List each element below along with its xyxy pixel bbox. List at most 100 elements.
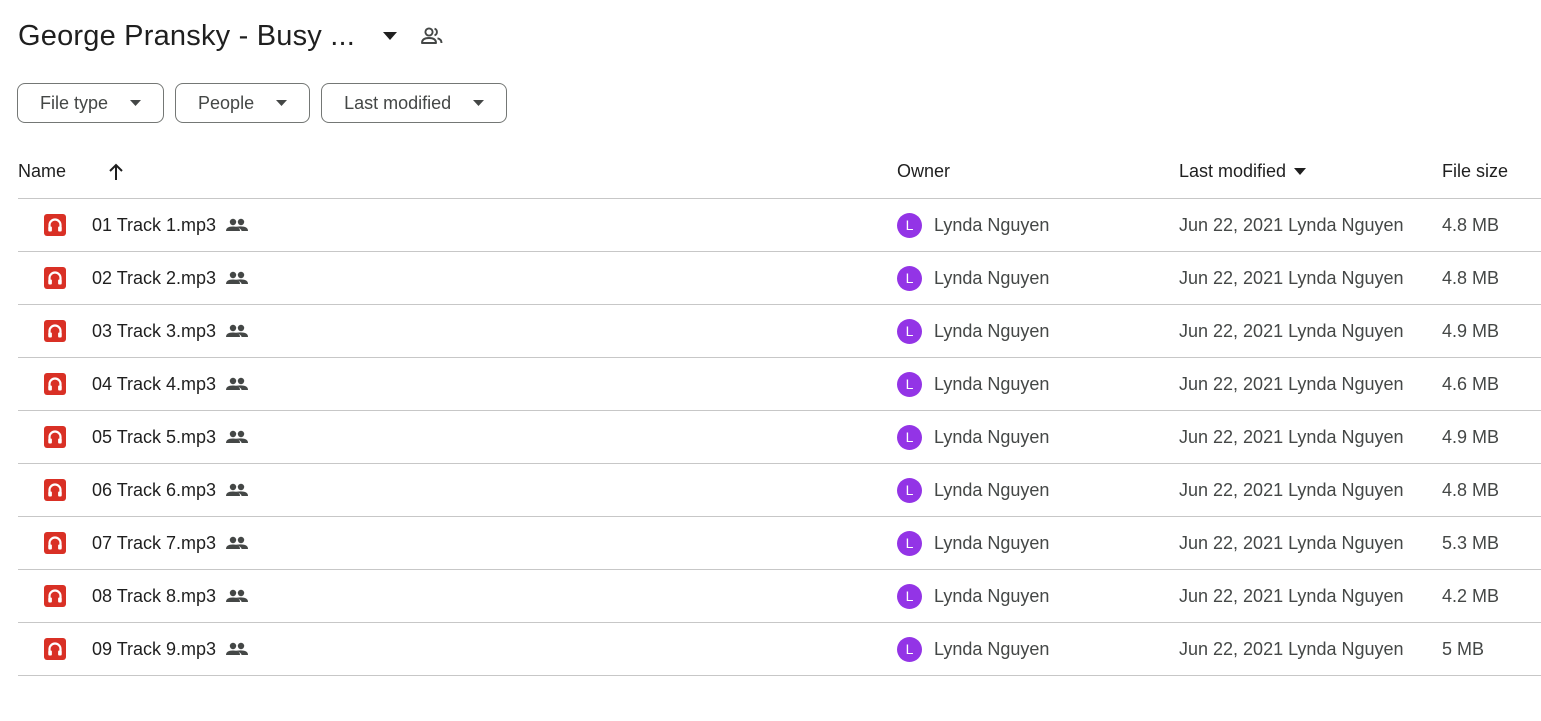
last-modified-cell: Jun 22, 2021 Lynda Nguyen <box>1179 214 1404 235</box>
file-size-cell: 4.9 MB <box>1442 426 1500 447</box>
audio-file-icon <box>44 305 66 357</box>
audio-file-icon <box>44 199 66 251</box>
avatar: L <box>897 424 922 450</box>
last-modified-cell: Jun 22, 2021 Lynda Nguyen <box>1179 479 1404 500</box>
column-owner-label: Owner <box>897 161 951 181</box>
sort-down-icon <box>1294 168 1307 175</box>
file-row[interactable]: 08 Track 8.mp3 L Lynda Nguyen Jun 22, 20… <box>18 570 1541 623</box>
dropdown-arrow-icon <box>276 100 288 106</box>
file-name-cell: 03 Track 3.mp3 <box>92 305 249 357</box>
file-size-cell: 4.6 MB <box>1442 373 1500 394</box>
owner-cell: L Lynda Nguyen <box>897 570 1049 622</box>
owner-cell: L Lynda Nguyen <box>897 464 1049 516</box>
avatar: L <box>897 265 922 291</box>
shared-people-icon <box>226 430 249 444</box>
filter-label: File type <box>40 92 109 113</box>
shared-people-icon[interactable] <box>417 21 447 51</box>
file-name: 07 Track 7.mp3 <box>92 532 217 553</box>
owner-name: Lynda Nguyen <box>934 479 1050 500</box>
audio-file-icon <box>44 411 66 463</box>
file-size-cell: 4.2 MB <box>1442 585 1500 606</box>
file-name: 01 Track 1.mp3 <box>92 214 217 235</box>
shared-people-icon <box>226 324 249 338</box>
folder-title[interactable]: George Pransky - Busy ... <box>18 20 355 53</box>
owner-name: Lynda Nguyen <box>934 585 1050 606</box>
file-size-cell: 4.9 MB <box>1442 320 1500 341</box>
last-modified-filter-button[interactable]: Last modified <box>321 83 508 123</box>
file-row[interactable]: 01 Track 1.mp3 L Lynda Nguyen Jun 22, 20… <box>18 199 1541 252</box>
column-size-label: File size <box>1442 161 1509 181</box>
avatar: L <box>897 530 922 556</box>
file-size-cell: 4.8 MB <box>1442 267 1500 288</box>
audio-file-icon <box>44 252 66 304</box>
file-row[interactable]: 05 Track 5.mp3 L Lynda Nguyen Jun 22, 20… <box>18 411 1541 464</box>
arrow-up-icon[interactable] <box>104 160 128 184</box>
owner-cell: L Lynda Nguyen <box>897 305 1049 357</box>
file-name-cell: 07 Track 7.mp3 <box>92 517 249 569</box>
last-modified-cell: Jun 22, 2021 Lynda Nguyen <box>1179 638 1404 659</box>
column-name-header[interactable]: Name <box>18 145 128 198</box>
file-rows: 01 Track 1.mp3 L Lynda Nguyen Jun 22, 20… <box>18 199 1541 676</box>
audio-file-icon <box>44 517 66 569</box>
people-filter-button[interactable]: People <box>175 83 311 123</box>
caret-down-icon[interactable] <box>375 21 405 51</box>
last-modified-cell: Jun 22, 2021 Lynda Nguyen <box>1179 373 1404 394</box>
avatar: L <box>897 477 922 503</box>
file-row[interactable]: 09 Track 9.mp3 L Lynda Nguyen Jun 22, 20… <box>18 623 1541 676</box>
folder-header: George Pransky - Busy ... <box>18 14 447 58</box>
shared-people-icon <box>226 589 249 603</box>
avatar: L <box>897 371 922 397</box>
last-modified-cell: Jun 22, 2021 Lynda Nguyen <box>1179 267 1404 288</box>
audio-file-icon <box>44 623 66 675</box>
shared-people-icon <box>226 377 249 391</box>
last-modified-cell: Jun 22, 2021 Lynda Nguyen <box>1179 585 1404 606</box>
file-name-cell: 02 Track 2.mp3 <box>92 252 249 304</box>
shared-people-icon <box>226 536 249 550</box>
column-owner-header: Owner <box>897 145 950 198</box>
file-type-filter-button[interactable]: File type <box>17 83 165 123</box>
file-name-cell: 05 Track 5.mp3 <box>92 411 249 463</box>
dropdown-arrow-icon <box>473 100 485 106</box>
audio-file-icon <box>44 358 66 410</box>
dropdown-arrow-icon <box>130 100 142 106</box>
table-header: Name Owner Last modified File size <box>18 145 1541 199</box>
column-modified-label: Last modified <box>1179 161 1287 181</box>
last-modified-cell: Jun 22, 2021 Lynda Nguyen <box>1179 426 1404 447</box>
avatar: L <box>897 212 922 238</box>
owner-cell: L Lynda Nguyen <box>897 517 1049 569</box>
column-last-modified-header[interactable]: Last modified <box>1179 145 1307 198</box>
avatar: L <box>897 583 922 609</box>
filter-label: People <box>198 92 255 113</box>
owner-cell: L Lynda Nguyen <box>897 411 1049 463</box>
file-size-cell: 4.8 MB <box>1442 479 1500 500</box>
owner-name: Lynda Nguyen <box>934 267 1050 288</box>
file-size-cell: 5.3 MB <box>1442 532 1500 553</box>
file-name: 05 Track 5.mp3 <box>92 426 217 447</box>
owner-cell: L Lynda Nguyen <box>897 358 1049 410</box>
filter-chips: File type People Last modified <box>17 83 508 123</box>
file-row[interactable]: 02 Track 2.mp3 L Lynda Nguyen Jun 22, 20… <box>18 252 1541 305</box>
audio-file-icon <box>44 464 66 516</box>
owner-cell: L Lynda Nguyen <box>897 252 1049 304</box>
file-name: 08 Track 8.mp3 <box>92 585 217 606</box>
owner-name: Lynda Nguyen <box>934 373 1050 394</box>
file-name: 09 Track 9.mp3 <box>92 638 217 659</box>
file-list: Name Owner Last modified File size 01 Tr… <box>18 145 1541 676</box>
file-row[interactable]: 07 Track 7.mp3 L Lynda Nguyen Jun 22, 20… <box>18 517 1541 570</box>
column-file-size-header: File size <box>1442 145 1508 198</box>
last-modified-cell: Jun 22, 2021 Lynda Nguyen <box>1179 320 1404 341</box>
file-name-cell: 09 Track 9.mp3 <box>92 623 249 675</box>
last-modified-cell: Jun 22, 2021 Lynda Nguyen <box>1179 532 1404 553</box>
file-row[interactable]: 06 Track 6.mp3 L Lynda Nguyen Jun 22, 20… <box>18 464 1541 517</box>
filter-label: Last modified <box>344 92 452 113</box>
owner-name: Lynda Nguyen <box>934 214 1050 235</box>
file-row[interactable]: 03 Track 3.mp3 L Lynda Nguyen Jun 22, 20… <box>18 305 1541 358</box>
shared-people-icon <box>226 642 249 656</box>
file-row[interactable]: 04 Track 4.mp3 L Lynda Nguyen Jun 22, 20… <box>18 358 1541 411</box>
file-size-cell: 4.8 MB <box>1442 214 1500 235</box>
file-name-cell: 01 Track 1.mp3 <box>92 199 249 251</box>
owner-name: Lynda Nguyen <box>934 532 1050 553</box>
owner-cell: L Lynda Nguyen <box>897 199 1049 251</box>
file-size-cell: 5 MB <box>1442 638 1485 659</box>
owner-cell: L Lynda Nguyen <box>897 623 1049 675</box>
